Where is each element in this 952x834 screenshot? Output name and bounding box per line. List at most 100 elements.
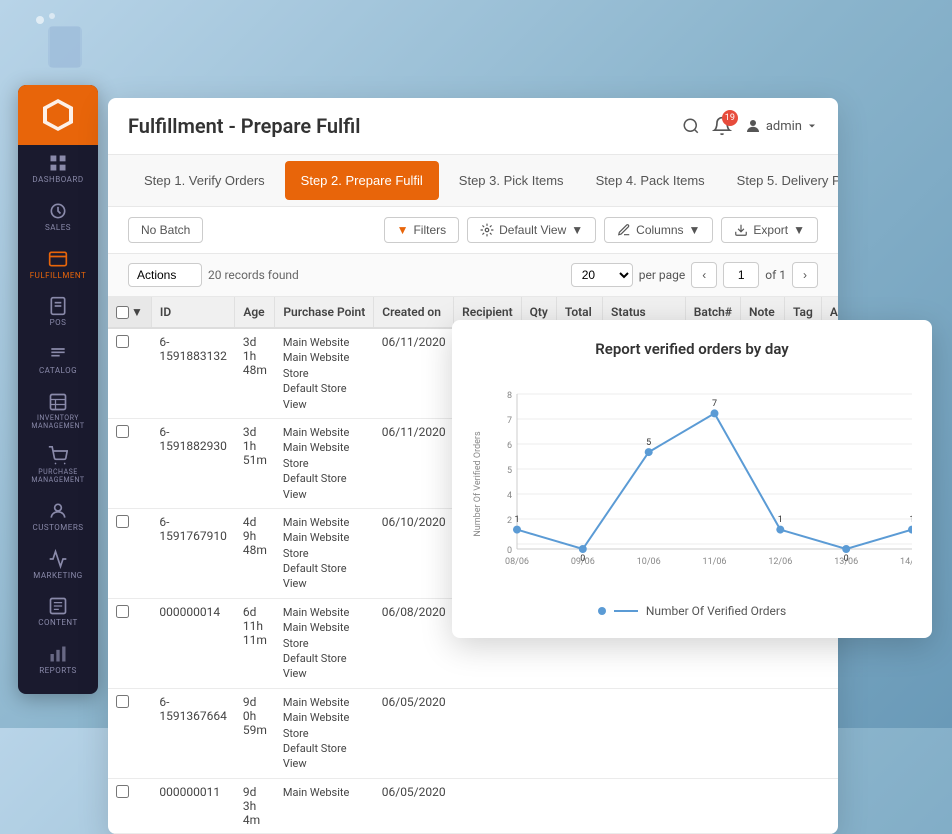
step2-button[interactable]: Step 2. Prepare Fulfil [285, 161, 439, 200]
row-created-on: 06/05/2020 [374, 778, 454, 833]
select-all-checkbox[interactable] [116, 306, 129, 319]
export-chevron-icon: ▼ [793, 223, 805, 237]
notification-count: 19 [722, 110, 738, 126]
columns-chevron-icon: ▼ [689, 223, 701, 237]
sidebar-item-marketing[interactable]: Marketing [18, 541, 98, 589]
records-found: 20 records found [208, 268, 299, 282]
toolbar: No Batch ▼ Filters Default View ▼ Column… [108, 207, 838, 254]
row-id: 000000014 [151, 598, 234, 688]
chart-area: Number Of Verified Orders 8 7 6 5 4 2 0 [472, 374, 912, 594]
svg-text:12/06: 12/06 [768, 557, 792, 567]
per-page-select[interactable]: 20 [571, 263, 633, 287]
select-all-header: ▼ [108, 297, 151, 328]
table-row: 000000011 9d 3h 4m Main Website 06/05/20… [108, 778, 838, 833]
row-id: 6-1591883132 [151, 328, 234, 418]
no-batch-button[interactable]: No Batch [128, 217, 203, 243]
row-id: 6-1591367664 [151, 688, 234, 778]
sidebar-item-dashboard[interactable]: Dashboard [18, 145, 98, 193]
sidebar-item-catalog[interactable]: Catalog [18, 336, 98, 384]
columns-button[interactable]: Columns ▼ [604, 217, 713, 243]
row-created-on: 06/11/2020 [374, 328, 454, 418]
filters-label: Filters [413, 223, 446, 237]
row-qty [521, 778, 556, 833]
col-created-on: Created on [374, 297, 454, 328]
per-page-label: per page [639, 268, 686, 282]
svg-text:5: 5 [507, 466, 512, 476]
svg-text:1: 1 [909, 515, 912, 525]
row-created-on: 06/05/2020 [374, 688, 454, 778]
col-age: Age [235, 297, 275, 328]
row-checkbox-cell [108, 778, 151, 833]
page-input[interactable] [723, 262, 759, 288]
chart-svg: Number Of Verified Orders 8 7 6 5 4 2 0 [472, 374, 912, 594]
svg-text:0: 0 [507, 546, 512, 556]
row-age: 3d 1h 48m [235, 328, 275, 418]
table-row: 6-1591367664 9d 0h 59m Main WebsiteMain … [108, 688, 838, 778]
row-checkbox[interactable] [116, 335, 129, 348]
row-purchase-point: Main WebsiteMain Website StoreDefault St… [275, 418, 374, 508]
svg-text:7: 7 [712, 399, 717, 409]
row-age: 6d 11h 11m [235, 598, 275, 688]
sidebar-item-inventory[interactable]: Inventory Management [18, 384, 98, 438]
columns-label: Columns [636, 223, 683, 237]
legend-dot [598, 607, 606, 615]
row-total [556, 688, 602, 778]
row-total [556, 778, 602, 833]
admin-menu[interactable]: admin [744, 117, 818, 135]
prev-page-button[interactable]: ‹ [691, 262, 717, 288]
row-purchase-point: Main WebsiteMain Website StoreDefault St… [275, 598, 374, 688]
row-checkbox[interactable] [116, 515, 129, 528]
row-checkbox[interactable] [116, 605, 129, 618]
page-of: of 1 [765, 268, 786, 282]
row-checkbox-cell [108, 418, 151, 508]
step1-button[interactable]: Step 1. Verify Orders [128, 161, 281, 200]
row-age: 4d 9h 48m [235, 508, 275, 598]
svg-text:13/06: 13/06 [834, 557, 858, 567]
page-title: Fulfillment - Prepare Fulfil [128, 114, 360, 138]
step3-button[interactable]: Step 3. Pick Items [443, 161, 580, 200]
export-button[interactable]: Export ▼ [721, 217, 818, 243]
sidebar-item-label: Sales [45, 224, 71, 233]
row-action [821, 688, 838, 778]
sidebar-item-content[interactable]: Content [18, 588, 98, 636]
step4-button[interactable]: Step 4. Pack Items [580, 161, 721, 200]
notification-badge[interactable]: 19 [712, 116, 732, 136]
row-note [740, 688, 784, 778]
step5-button[interactable]: Step 5. Delivery Packages [721, 161, 838, 200]
row-created-on: 06/10/2020 [374, 508, 454, 598]
sidebar-item-purchase[interactable]: Purchase Management [18, 438, 98, 492]
sidebar-item-pos[interactable]: POS [18, 288, 98, 336]
row-checkbox[interactable] [116, 785, 129, 798]
header-actions: 19 admin [682, 116, 818, 136]
toolbar-left: No Batch [128, 217, 203, 243]
actions-select[interactable]: Actions [128, 263, 202, 287]
row-age: 9d 3h 4m [235, 778, 275, 833]
search-button[interactable] [682, 117, 700, 135]
next-page-button[interactable]: › [792, 262, 818, 288]
svg-text:10/06: 10/06 [637, 557, 661, 567]
sidebar-item-sales[interactable]: Sales [18, 193, 98, 241]
sidebar-item-customers[interactable]: Customers [18, 493, 98, 541]
row-purchase-point: Main WebsiteMain Website StoreDefault St… [275, 688, 374, 778]
row-checkbox-cell [108, 688, 151, 778]
row-age: 3d 1h 51m [235, 418, 275, 508]
row-checkbox[interactable] [116, 425, 129, 438]
sidebar-item-fulfillment[interactable]: Fulfillment [18, 241, 98, 289]
row-checkbox-cell [108, 328, 151, 418]
svg-text:8: 8 [507, 391, 512, 401]
filters-button[interactable]: ▼ Filters [384, 217, 460, 243]
svg-text:4: 4 [507, 491, 512, 501]
row-tag [784, 688, 821, 778]
view-chevron-icon: ▼ [571, 223, 583, 237]
row-id: 6-1591882930 [151, 418, 234, 508]
row-purchase-point: Main WebsiteMain Website StoreDefault St… [275, 508, 374, 598]
row-id: 6-1591767910 [151, 508, 234, 598]
default-view-button[interactable]: Default View ▼ [467, 217, 596, 243]
row-recipient [454, 688, 522, 778]
row-action [821, 778, 838, 833]
sidebar-item-reports[interactable]: Reports [18, 636, 98, 684]
export-label: Export [753, 223, 788, 237]
row-checkbox[interactable] [116, 695, 129, 708]
default-view-label: Default View [499, 223, 566, 237]
sidebar: Dashboard Sales Fulfillment POS Catalog … [18, 85, 98, 694]
